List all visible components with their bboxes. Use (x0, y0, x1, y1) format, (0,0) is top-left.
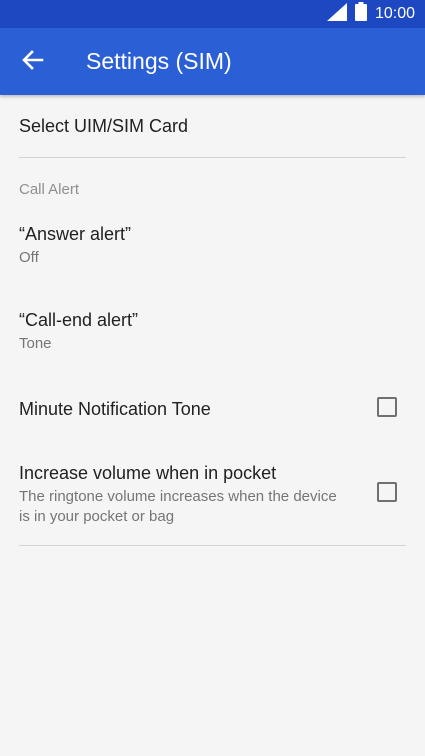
minute-notification-tone-title: Minute Notification Tone (19, 399, 211, 419)
status-icons: 10:00 (326, 0, 415, 28)
minute-notification-tone-checkbox[interactable] (377, 397, 397, 417)
answer-alert-item[interactable]: “Answer alert” Off (0, 205, 425, 285)
call-end-alert-item[interactable]: “Call-end alert” Tone (0, 291, 425, 371)
status-time: 10:00 (374, 5, 415, 22)
app-bar: Settings (SIM) (0, 28, 425, 95)
divider (19, 545, 406, 546)
increase-volume-item[interactable]: Increase volume when in pocket The ringt… (0, 445, 425, 535)
divider (19, 157, 406, 158)
select-uim-sim-card-item[interactable]: Select UIM/SIM Card (0, 95, 425, 157)
call-end-alert-summary: Tone (19, 335, 52, 352)
answer-alert-summary: Off (19, 249, 39, 266)
minute-notification-tone-item[interactable]: Minute Notification Tone (0, 371, 425, 441)
select-uim-sim-card-label: Select UIM/SIM Card (19, 116, 189, 136)
status-bar: 10:00 (0, 0, 425, 28)
settings-list: Select UIM/SIM Card Call Alert “Answer a… (0, 95, 425, 756)
back-button[interactable] (12, 41, 54, 83)
increase-volume-summary: The ringtone volume increases when the d… (19, 488, 337, 525)
arrow-back-icon (22, 49, 44, 75)
call-end-alert-title: “Call-end alert” (19, 310, 139, 330)
increase-volume-title: Increase volume when in pocket (19, 463, 277, 483)
signal-icon (326, 2, 347, 26)
category-call-alert: Call Alert (19, 181, 80, 198)
battery-icon (354, 2, 367, 26)
page-title: Settings (SIM) (86, 48, 232, 74)
increase-volume-checkbox[interactable] (377, 482, 397, 502)
answer-alert-title: “Answer alert” (19, 224, 132, 244)
